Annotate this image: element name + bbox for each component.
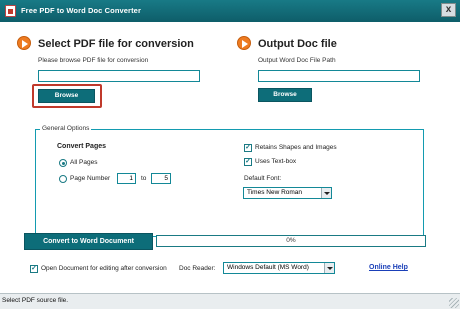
general-options-legend: General Options (40, 125, 92, 132)
default-font-value: Times New Roman (247, 189, 303, 196)
doc-reader-value: Windows Default (MS Word) (227, 264, 309, 271)
convert-pages-label: Convert Pages (57, 143, 107, 150)
general-options-group: General Options Convert Pages All Pages … (35, 125, 424, 237)
retain-shapes-label[interactable]: Retains Shapes and Images (255, 144, 337, 151)
arrow-right-icon (237, 36, 251, 50)
page-number-label[interactable]: Page Number (70, 175, 110, 182)
default-font-label: Default Font: (244, 175, 282, 182)
output-instruction: Output Word Doc File Path (258, 57, 336, 64)
open-document-checkbox[interactable]: ✓ (30, 265, 38, 273)
pdf-app-icon (5, 5, 16, 17)
window-title: Free PDF to Word Doc Converter (21, 6, 141, 15)
page-to-input[interactable]: 5 (151, 173, 171, 184)
pdf-path-input[interactable] (38, 70, 200, 82)
doc-reader-label: Doc Reader: (179, 265, 216, 272)
conversion-progress-bar: 0% (156, 235, 426, 247)
close-button[interactable]: x (441, 3, 456, 17)
resize-grip-icon[interactable] (449, 298, 459, 308)
output-section-heading: Output Doc file (258, 38, 337, 50)
page-from-input[interactable]: 1 (117, 173, 136, 184)
title-bar: Free PDF to Word Doc Converter x (0, 0, 460, 22)
retain-shapes-checkbox[interactable]: ✓ (244, 144, 252, 152)
doc-reader-select[interactable]: Windows Default (MS Word) (223, 262, 335, 274)
status-bar: Select PDF source file. (0, 293, 460, 309)
online-help-link[interactable]: Online Help (369, 264, 408, 271)
default-font-select[interactable]: Times New Roman (243, 187, 332, 199)
chevron-down-icon[interactable] (321, 188, 331, 198)
all-pages-radio[interactable] (59, 159, 67, 167)
browse-pdf-button[interactable]: Browse (38, 89, 95, 103)
convert-button[interactable]: Convert to Word Document (24, 233, 153, 250)
main-panel: Select PDF file for conversion Please br… (0, 22, 460, 293)
input-section-heading: Select PDF file for conversion (38, 38, 194, 50)
page-number-radio[interactable] (59, 175, 67, 183)
browse-doc-button[interactable]: Browse (258, 88, 312, 102)
arrow-right-icon (17, 36, 31, 50)
chevron-down-icon[interactable] (324, 263, 334, 273)
doc-path-input[interactable] (258, 70, 420, 82)
progress-text: 0% (286, 237, 296, 244)
input-instruction: Please browse PDF file for conversion (38, 57, 149, 64)
uses-textbox-label[interactable]: Uses Text-box (255, 158, 296, 165)
open-document-label[interactable]: Open Document for editing after conversi… (41, 265, 167, 272)
to-label: to (141, 175, 147, 182)
status-text: Select PDF source file. (2, 297, 69, 304)
uses-textbox-checkbox[interactable]: ✓ (244, 158, 252, 166)
all-pages-label[interactable]: All Pages (70, 159, 97, 166)
